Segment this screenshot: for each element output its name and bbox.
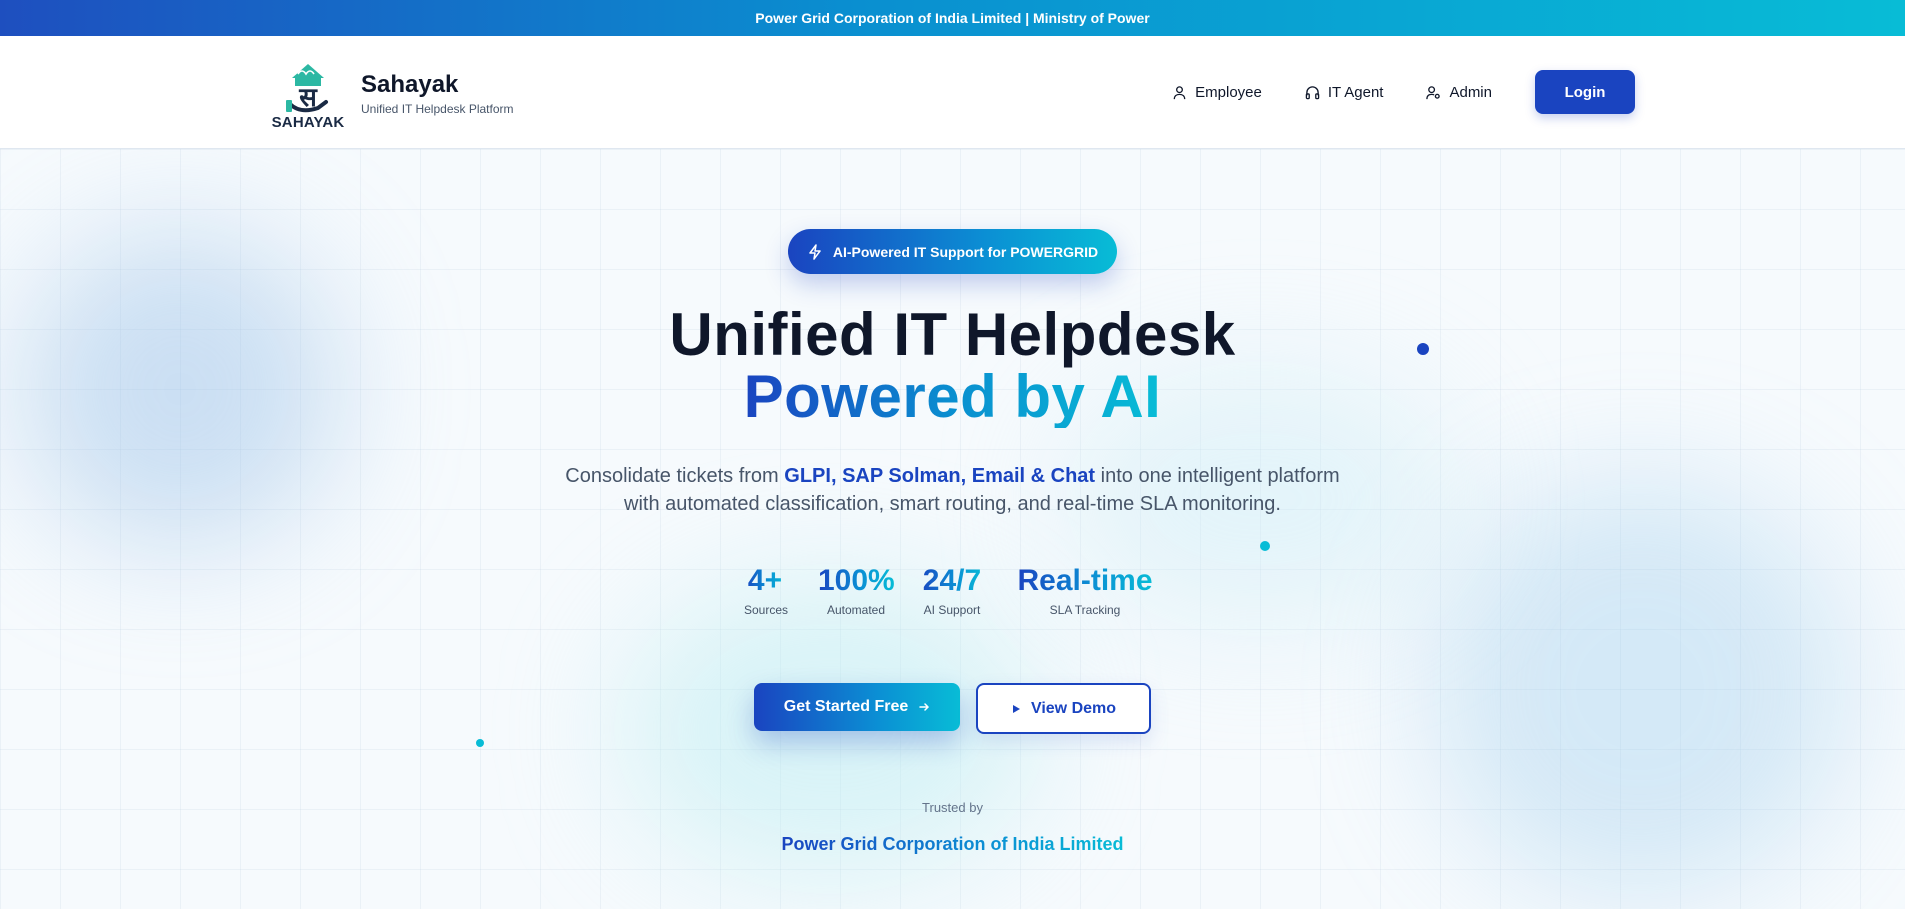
trusted-company: Power Grid Corporation of India Limited <box>0 834 1905 855</box>
sahayak-logo-icon: स SAHAYAK <box>270 60 346 132</box>
hero-title: Unified IT Helpdesk Powered by AI <box>0 304 1905 428</box>
nav-it-agent[interactable]: IT Agent <box>1305 83 1384 101</box>
stat-sla-tracking: Real-time SLA Tracking <box>1017 564 1153 617</box>
nav-employee[interactable]: Employee <box>1172 84 1262 101</box>
trusted-label: Trusted by <box>922 800 983 815</box>
brand-title: Sahayak <box>361 70 459 98</box>
get-started-button[interactable]: Get Started Free <box>754 683 960 731</box>
top-banner-text: Power Grid Corporation of India Limited … <box>755 10 1150 26</box>
stats-row: 4+ Sources 100% Automated 24/7 AI Suppor… <box>744 564 1153 617</box>
ai-badge-label: AI-Powered IT Support for POWERGRID <box>832 243 1099 260</box>
user-icon <box>1173 85 1186 99</box>
login-button[interactable]: Login <box>1535 70 1635 114</box>
stat-label: AI Support <box>923 603 981 617</box>
nav-admin-label: Admin <box>1449 83 1492 101</box>
lightning-icon <box>809 243 821 260</box>
nav-employee-label: Employee <box>1195 83 1262 101</box>
stat-value: 4+ <box>744 564 786 598</box>
view-demo-button[interactable]: View Demo <box>976 683 1151 734</box>
brand: Sahayak Unified IT Helpdesk Platform <box>361 71 514 116</box>
stat-ai-support: 24/7 AI Support <box>919 564 985 617</box>
nav-admin[interactable]: Admin <box>1426 84 1492 101</box>
site-header: स SAHAYAK Sahayak Unified IT Helpdesk Pl… <box>0 36 1905 149</box>
hero-description: Consolidate tickets from GLPI, SAP Solma… <box>0 462 1905 518</box>
stat-label: SLA Tracking <box>1049 603 1121 617</box>
logo[interactable]: स SAHAYAK Sahayak Unified IT Helpdesk Pl… <box>270 60 514 132</box>
trusted-company-name: Power Grid Corporation of India Limited <box>781 834 1124 854</box>
stat-value: 100% <box>818 564 895 597</box>
stat-automated: 100% Automated <box>818 564 895 617</box>
nav-it-agent-label: IT Agent <box>1327 83 1384 101</box>
ai-badge: AI-Powered IT Support for POWERGRID <box>788 229 1117 274</box>
stat-sources: 4+ Sources <box>744 564 789 617</box>
admin-icon <box>1426 85 1441 99</box>
decorative-dot <box>1260 541 1270 551</box>
top-banner: Power Grid Corporation of India Limited … <box>0 0 1905 36</box>
hero-title-line1: Unified IT Helpdesk <box>669 301 1236 368</box>
headphones-icon <box>1305 85 1320 99</box>
hero-section: AI-Powered IT Support for POWERGRID Unif… <box>0 149 1905 909</box>
stat-value: 24/7 <box>919 564 985 598</box>
desc-highlight: GLPI, SAP Solman, Email & Chat <box>784 465 1096 487</box>
get-started-label: Get Started Free <box>783 698 909 715</box>
stat-label: Automated <box>826 603 886 617</box>
logo-wordmark: SAHAYAK <box>271 114 345 131</box>
desc-line2: with automated classification, smart rou… <box>624 493 1281 515</box>
desc-suffix: into one intelligent platform <box>1095 465 1340 487</box>
desc-prefix: Consolidate tickets from <box>565 465 785 487</box>
view-demo-label: View Demo <box>1030 699 1117 717</box>
play-icon <box>1012 704 1020 713</box>
main-nav: Employee IT Agent Admin Login <box>1172 70 1635 114</box>
brand-subtitle: Unified IT Helpdesk Platform <box>361 101 514 116</box>
decorative-dot <box>476 739 484 747</box>
stat-label: Sources <box>744 603 789 617</box>
hero-title-line2: Powered by AI <box>743 363 1162 430</box>
stat-value: Real-time <box>1017 564 1153 597</box>
arrow-right-icon <box>919 703 930 711</box>
